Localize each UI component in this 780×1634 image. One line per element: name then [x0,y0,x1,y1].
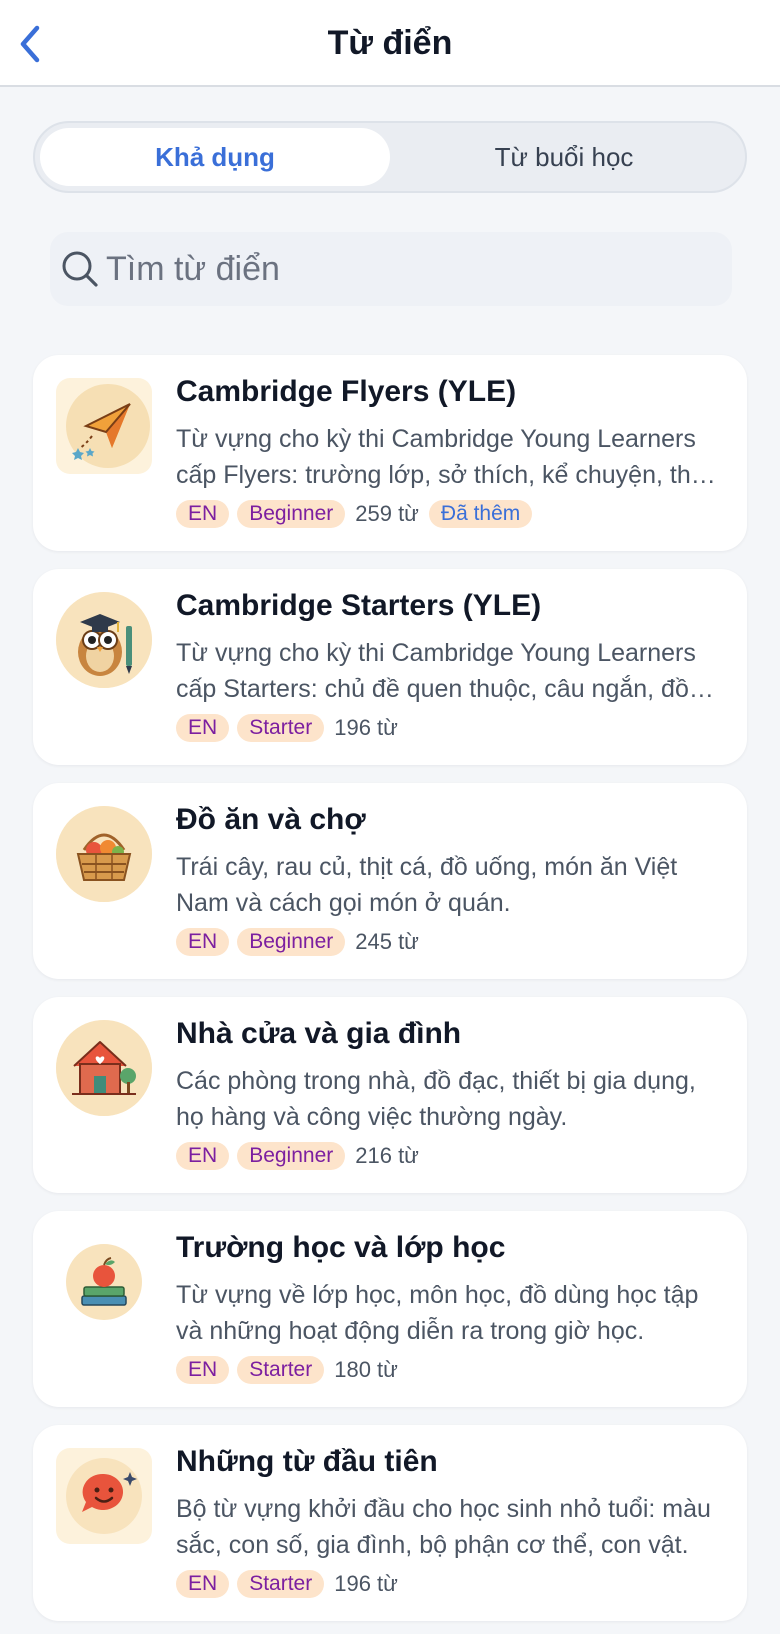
app-header: Từ điển [0,0,780,87]
word-count: 245 từ [355,929,419,954]
card-title: Nhà cửa và gia đình [176,1017,462,1050]
card-tags: EN Beginner 216 từ [176,1141,421,1171]
language-badge: EN [176,1570,230,1598]
card-description: Từ vựng cho kỳ thi Cambridge Young Learn… [176,425,713,489]
card-title: Trường học và lớp học [176,1231,506,1264]
level-badge: Starter [237,714,325,742]
chevron-left-icon [20,25,40,63]
card-thumbnail [56,378,152,474]
dictionary-card[interactable]: Đồ ăn và chợ Trái cây, rau củ, thịt cá, … [33,783,747,979]
card-thumbnail [56,1448,152,1544]
card-description: Bộ từ vựng khởi đầu cho học sinh nhỏ tuổ… [176,1495,711,1559]
level-badge: Starter [237,1570,325,1598]
page-title: Từ điển [327,24,453,62]
language-badge: EN [176,928,230,956]
card-thumbnail [56,1020,152,1116]
card-title: Những từ đầu tiên [176,1445,438,1478]
card-description: Từ vựng về lớp học, môn học, đồ dùng học… [176,1281,699,1345]
search-bar [50,232,732,306]
language-badge: EN [176,1356,230,1384]
card-tags: EN Starter 180 từ [176,1355,400,1385]
card-tags: EN Starter 196 từ [176,713,400,743]
word-count: 180 từ [334,1357,398,1382]
level-badge: Beginner [237,928,346,956]
word-count: 196 từ [334,715,398,740]
language-badge: EN [176,714,230,742]
search-icon [62,251,98,287]
back-button[interactable] [10,20,50,68]
dictionary-card[interactable]: Trường học và lớp học Từ vựng về lớp học… [33,1211,747,1407]
dictionary-card[interactable]: Những từ đầu tiên Bộ từ vựng khởi đầu ch… [33,1425,747,1621]
card-tags: EN Beginner 245 từ [176,927,421,957]
paper-plane-icon [66,384,150,468]
dictionary-card[interactable]: Cambridge Flyers (YLE) Từ vựng cho kỳ th… [33,355,747,551]
card-tags: EN Starter 196 từ [176,1569,400,1599]
owl-icon [56,592,152,688]
house-icon [56,1020,152,1116]
level-badge: Beginner [237,1142,346,1170]
smile-chat-icon [66,1458,142,1534]
card-thumbnail [56,592,152,688]
word-count: 216 từ [355,1143,419,1168]
card-thumbnail [56,806,152,902]
language-badge: EN [176,1142,230,1170]
card-title: Cambridge Flyers (YLE) [176,375,517,408]
dictionary-card[interactable]: Nhà cửa và gia đình Các phòng trong nhà,… [33,997,747,1193]
tab-from-lessons[interactable]: Từ buổi học [389,128,739,186]
books-apple-icon [66,1244,142,1320]
tab-switcher: Khả dụng Từ buổi học [33,121,747,193]
card-title: Cambridge Starters (YLE) [176,589,542,622]
level-badge: Beginner [237,500,346,528]
status-badge: Đã thêm [428,500,533,528]
card-description: Trái cây, rau củ, thịt cá, đồ uống, món … [176,853,678,917]
card-tags: EN Beginner 259 từ Đã thêm [176,499,533,529]
word-count: 196 từ [334,1571,398,1596]
dictionary-card[interactable]: Cambridge Starters (YLE) Từ vựng cho kỳ … [33,569,747,765]
fruit-basket-icon [56,806,152,902]
level-badge: Starter [237,1356,325,1384]
search-input[interactable] [106,232,716,306]
word-count: 259 từ [355,501,419,526]
card-description: Các phòng trong nhà, đồ đạc, thiết bị gi… [176,1067,696,1131]
language-badge: EN [176,500,230,528]
card-thumbnail [56,1234,152,1330]
card-description: Từ vựng cho kỳ thi Cambridge Young Learn… [176,639,696,703]
tab-available[interactable]: Khả dụng [40,128,390,186]
card-title: Đồ ăn và chợ [176,803,366,836]
